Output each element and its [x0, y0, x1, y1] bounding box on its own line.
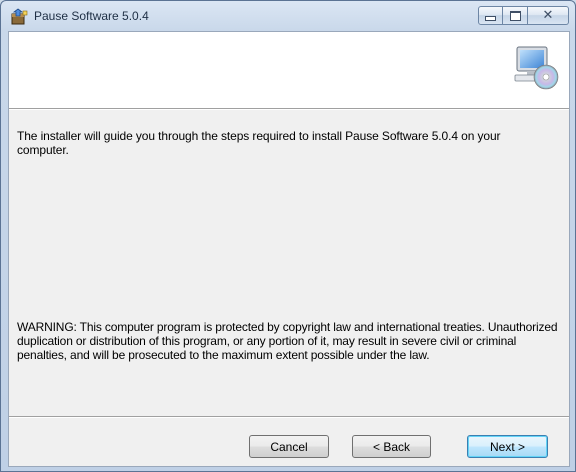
back-button[interactable]: < Back [352, 435, 431, 458]
window-controls: ✕ [478, 6, 569, 25]
dialog-body: The installer will guide you through the… [8, 31, 570, 467]
installer-window: Pause Software 5.0.4 ✕ The installer wil… [0, 0, 576, 472]
copyright-warning: WARNING: This computer program is protec… [17, 320, 558, 362]
close-icon: ✕ [542, 8, 554, 23]
minimize-button[interactable] [478, 6, 503, 25]
computer-cd-icon [514, 46, 559, 90]
close-button[interactable]: ✕ [528, 6, 569, 25]
maximize-button[interactable] [503, 6, 528, 25]
header-banner [9, 32, 569, 109]
title-bar[interactable]: Pause Software 5.0.4 ✕ [1, 1, 575, 31]
intro-text: The installer will guide you through the… [17, 129, 501, 157]
installer-box-icon [11, 8, 28, 25]
next-button[interactable]: Next > [467, 435, 548, 458]
button-separator [9, 416, 569, 418]
maximize-icon [509, 10, 521, 21]
cancel-button[interactable]: Cancel [249, 435, 329, 458]
window-title: Pause Software 5.0.4 [34, 9, 149, 23]
banner-divider [9, 109, 569, 110]
minimize-icon [485, 16, 496, 21]
